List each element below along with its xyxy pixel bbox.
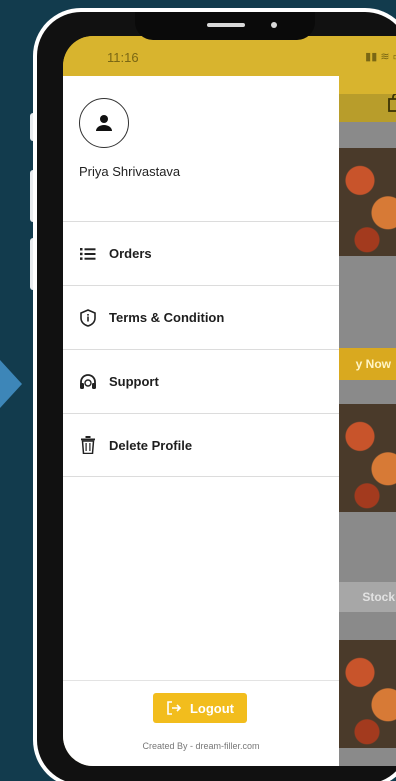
menu-label: Terms & Condition [109,310,225,325]
credit-text: Created By - dream-filler.com [142,741,260,751]
menu-label: Delete Profile [109,437,193,453]
info-icon [79,308,97,327]
headset-icon [79,373,97,391]
phone-frame: 11:16 ▮▮ ≋ ▭ y Now Stock [33,8,396,781]
phone-bezel: 11:16 ▮▮ ≋ ▭ y Now Stock [37,12,396,781]
avatar[interactable] [79,98,129,148]
menu-label: Orders [109,246,152,261]
product-image [339,404,396,512]
menu-item-orders[interactable]: Orders [63,221,339,285]
logout-label: Logout [189,700,235,716]
drawer-footer: Logout Created By - dream-filler.com [63,680,339,766]
list-icon [79,245,97,263]
navigation-drawer: Priya Shrivastava Orders Terms & Conditi… [63,76,339,766]
trash-icon [79,436,97,454]
logout-icon [167,701,182,715]
phone-screen: 11:16 ▮▮ ≋ ▭ y Now Stock [63,36,396,766]
phone-notch [135,12,315,40]
product-image [339,640,396,748]
menu-label: Support [109,374,159,389]
logout-button[interactable]: Logout [153,693,247,723]
menu-item-terms[interactable]: Terms & Condition [63,285,339,349]
menu-item-support[interactable]: Support [63,349,339,413]
person-icon [96,115,112,131]
front-camera [271,22,277,28]
status-icons: ▮▮ ≋ ▭ [365,51,396,63]
menu-item-delete-profile[interactable]: Delete Profile [63,413,339,477]
status-time: 11:16 [107,50,139,65]
user-name: Priya Shrivastava [79,164,181,179]
shopping-bag-icon[interactable] [387,94,396,112]
speaker-grille [207,23,245,27]
drawer-menu: Orders Terms & Condition Support Delete … [63,221,339,477]
product-image [339,148,396,256]
arrow-pointer-icon [0,360,22,408]
